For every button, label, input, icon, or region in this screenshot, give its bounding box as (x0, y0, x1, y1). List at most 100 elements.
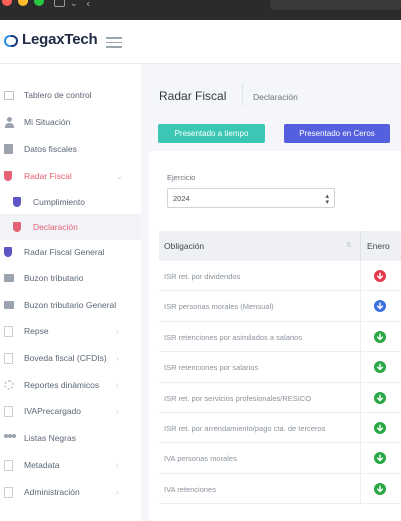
sidebar-item-reportes-dinamicos[interactable]: Reportes dinámicos › (0, 372, 141, 398)
shield-icon (13, 222, 21, 232)
column-header-obligation[interactable]: Obligación (164, 241, 204, 251)
obligation-label: ISR ret. por dividendos (164, 272, 241, 281)
sort-icon[interactable]: ⇅ (346, 241, 352, 249)
back-arrow-icon[interactable]: ‹ (86, 0, 90, 9)
table-header: Obligación ⇅ Enero (159, 231, 401, 261)
logo-icon (4, 33, 18, 49)
list-icon (4, 405, 13, 417)
maximize-window-button[interactable] (34, 0, 44, 6)
sidebar-item-label: Cumplimiento (33, 197, 85, 207)
sidebar-item-metadata[interactable]: Metadata › (0, 452, 141, 478)
chevron-down-icon[interactable]: ⌄ (70, 0, 78, 9)
status-green-arrow-down-icon[interactable] (374, 361, 386, 374)
folder-icon (4, 352, 13, 364)
obligation-label: IVA personas morales (164, 454, 237, 464)
status-green-arrow-down-icon[interactable] (374, 452, 386, 465)
table-row: ISR retenciones por salarios (159, 352, 401, 383)
status-red-arrow-down-icon[interactable] (374, 270, 386, 282)
sidebar-item-label: Datos fiscales (24, 144, 77, 154)
users-icon (4, 434, 16, 442)
sidebar-item-label: IVAPrecargado (24, 406, 82, 416)
year-filter-label: Ejercicio (167, 173, 196, 182)
sidebar-item-ivaprecargado[interactable]: IVAPrecargado › (0, 398, 141, 424)
sidebar-item-datos-fiscales[interactable]: Datos fiscales (0, 136, 141, 162)
shield-icon (4, 171, 12, 181)
file-icon (4, 459, 13, 471)
sidebar-item-administracion[interactable]: Administración › (0, 479, 141, 505)
presented-on-time-button[interactable]: Presentado a tiempo (158, 124, 265, 143)
sidebar-item-buzon-tributario[interactable]: Buzon tributario (0, 265, 141, 291)
window-title-bar: ⌄ ‹ (0, 0, 401, 20)
mail-icon (4, 301, 14, 309)
sidebar-item-repse[interactable]: Repse › (0, 318, 141, 344)
declaration-card: Ejercicio 2024 ▴ ▾ Obligación ⇅ Enero ISR… (149, 151, 401, 521)
monitor-icon (4, 90, 14, 100)
sidebar-item-buzon-tributario-general[interactable]: Buzon tributario General (0, 292, 141, 318)
presented-zero-button[interactable]: Presentado en Ceros (284, 124, 390, 143)
obligation-label: IVA retenciones (164, 484, 216, 494)
sidebar-item-tablero[interactable]: Tablero de control (0, 82, 141, 108)
select-arrows-icon: ▴ ▾ (325, 192, 329, 206)
id-card-icon (4, 144, 13, 154)
obligation-label: ISR ret. por arrendamiento/pago cta. de … (164, 424, 326, 433)
year-select[interactable]: 2024 ▴ ▾ (167, 188, 335, 208)
table-row: ISR ret. por dividendos (159, 261, 401, 292)
table-row: ISR ret. por servicios profesionales/RES… (159, 382, 401, 413)
divider (242, 84, 243, 106)
sidebar-item-cumplimiento[interactable]: Cumplimiento (0, 189, 141, 215)
sidebar-item-label: Reportes dinámicos (24, 380, 100, 390)
menu-toggle-icon[interactable] (106, 37, 122, 48)
address-bar[interactable] (270, 0, 401, 10)
chevron-right-icon: › (116, 380, 120, 390)
chevron-right-icon: › (116, 460, 120, 470)
shield-icon (13, 197, 21, 207)
list-icon (4, 486, 13, 498)
main-content: Radar Fiscal Declaración Presentado a ti… (141, 64, 401, 521)
sidebar-item-label: Buzon tributario (24, 273, 84, 283)
minimize-window-button[interactable] (18, 0, 28, 6)
status-blue-arrow-down-icon[interactable] (374, 300, 386, 313)
sidebar-item-declaracion[interactable]: Declaración (0, 214, 141, 240)
sidebar-item-radar-fiscal[interactable]: Radar Fiscal ⌄ (0, 163, 141, 189)
breadcrumb: Declaración (253, 92, 298, 102)
sidebar-item-boveda-fiscal[interactable]: Boveda fiscal (CFDIs) › (0, 345, 141, 371)
sidebar-item-label: Administración (24, 487, 80, 497)
table-row: IVA personas morales (159, 443, 401, 474)
table-row: ISR personas morales (Mensual) (159, 291, 401, 322)
obligation-label: ISR ret. por servicios profesionales/RES… (164, 393, 312, 403)
column-header-month[interactable]: Enero (367, 241, 390, 251)
sidebar-item-radar-fiscal-general[interactable]: Radar Fiscal General (0, 239, 141, 265)
gear-icon (4, 380, 14, 390)
status-green-arrow-down-icon[interactable] (374, 482, 386, 495)
sidebar-toggle-icon[interactable] (54, 0, 65, 7)
obligation-label: ISR personas morales (Mensual) (164, 302, 274, 312)
sidebar: Tablero de control Mi Situación Datos fi… (0, 64, 141, 521)
sidebar-item-label: Metadata (24, 460, 60, 470)
status-green-arrow-down-icon[interactable] (374, 422, 386, 434)
chevron-right-icon: › (116, 406, 120, 416)
sidebar-item-mi-situacion[interactable]: Mi Situación (0, 109, 141, 135)
status-green-arrow-down-icon[interactable] (374, 391, 386, 404)
sidebar-item-label: Declaración (33, 222, 78, 232)
sidebar-item-label: Radar Fiscal (24, 171, 72, 181)
sidebar-item-label: Boveda fiscal (CFDIs) (24, 353, 107, 363)
sidebar-item-listas-negras[interactable]: Listas Negras (0, 425, 141, 451)
obligation-label: ISR retenciones por asimilados a salario… (164, 332, 302, 342)
sidebar-item-label: Repse (24, 326, 49, 336)
status-green-arrow-down-icon[interactable] (374, 330, 386, 343)
chevron-right-icon: › (116, 487, 120, 497)
sidebar-item-label: Tablero de control (24, 90, 92, 100)
user-icon (4, 116, 15, 128)
table-row: ISR retenciones por asimilados a salario… (159, 321, 401, 353)
year-select-value: 2024 (173, 194, 190, 203)
table-row: ISR ret. por arrendamiento/pago cta. de … (159, 413, 401, 444)
sidebar-item-label: Buzon tributario General (24, 300, 117, 310)
close-window-button[interactable] (2, 0, 12, 6)
sidebar-item-label: Radar Fiscal General (24, 247, 105, 257)
table-row: IVA retenciones (159, 473, 401, 505)
shield-icon (4, 247, 12, 257)
logo-text: LegaxTech (22, 31, 98, 48)
document-icon (4, 325, 13, 337)
app-header: LegaxTech (0, 20, 401, 64)
obligation-label: ISR retenciones por salarios (164, 363, 259, 373)
